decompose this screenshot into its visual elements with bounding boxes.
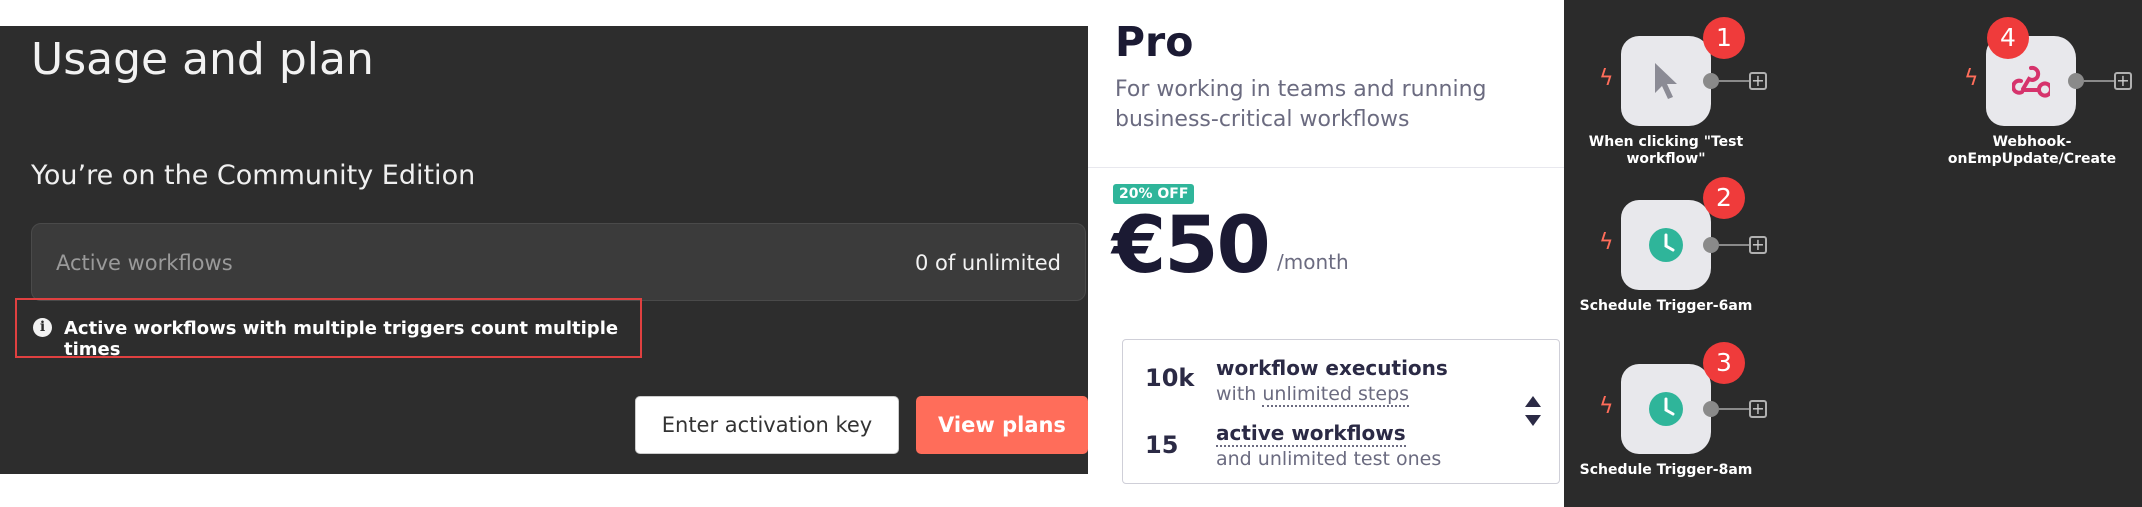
edition-heading: You’re on the Community Edition (31, 160, 476, 191)
plan-features-selector[interactable]: 10k workflow executions with unlimited s… (1122, 339, 1560, 484)
node-schedule-6am[interactable] (1621, 200, 1711, 290)
active-workflows-label: Active workflows (56, 251, 233, 275)
active-workflows-box: Active workflows 0 of unlimited (31, 223, 1086, 301)
executions-count: 10k (1145, 364, 1195, 392)
plan-description: For working in teams and running busines… (1115, 77, 1487, 132)
unlimited-steps-link[interactable]: unlimited steps (1262, 383, 1410, 407)
add-node-icon[interactable]: + (2114, 72, 2132, 90)
output-connector[interactable] (1703, 401, 1719, 417)
page-title: Usage and plan (31, 34, 374, 85)
price-period: /month (1277, 250, 1349, 274)
node-badge-2: 2 (1703, 177, 1745, 219)
node-badge-3: 3 (1703, 342, 1745, 384)
info-icon: i (33, 318, 52, 337)
output-connector[interactable] (2068, 73, 2084, 89)
trigger-notice: i Active workflows with multiple trigger… (15, 298, 642, 360)
plan-name: Pro (1115, 18, 1194, 66)
node-label-schedule-8am: Schedule Trigger-8am (1579, 462, 1753, 478)
view-plans-button[interactable]: View plans (916, 396, 1088, 454)
active-workflows-title[interactable]: active workflows (1216, 421, 1406, 447)
node-label-webhook: Webhook-onEmpUpdate/Create (1947, 134, 2117, 167)
active-workflows-value: 0 of unlimited (914, 251, 1061, 275)
executions-sub: with unlimited steps (1216, 383, 1410, 407)
executions-title: workflow executions (1216, 356, 1448, 380)
usage-panel: Usage and plan You’re on the Community E… (0, 26, 1088, 474)
enter-activation-key-button[interactable]: Enter activation key (635, 396, 899, 454)
active-count: 15 (1145, 431, 1179, 459)
node-badge-1: 1 (1703, 17, 1745, 59)
node-schedule-8am[interactable] (1621, 364, 1711, 454)
output-connector[interactable] (1703, 237, 1719, 253)
trigger-bolt-icon: ϟ (1599, 230, 1614, 255)
trigger-notice-text: Active workflows with multiple triggers … (64, 318, 619, 360)
node-label-manual-trigger: When clicking "Test workflow" (1588, 134, 1744, 167)
add-node-icon[interactable]: + (1749, 236, 1767, 254)
stepper-icon[interactable] (1523, 394, 1543, 428)
pro-plan-card: Pro For working in teams and running bus… (1088, 0, 1564, 507)
trigger-bolt-icon: ϟ (1964, 66, 1979, 91)
connector-line (1719, 408, 1749, 410)
connector-line (1719, 244, 1749, 246)
trigger-bolt-icon: ϟ (1599, 66, 1614, 91)
node-label-schedule-6am: Schedule Trigger-6am (1579, 298, 1753, 314)
plan-price: €50 (1112, 201, 1271, 291)
node-manual-trigger[interactable] (1621, 36, 1711, 126)
clock-icon (1621, 200, 1711, 290)
workflow-canvas[interactable]: ϟ + 1 When clicking "Test workflow" ϟ + … (1564, 0, 2142, 507)
connector-line (1719, 80, 1749, 82)
active-workflows-sub: and unlimited test ones (1216, 448, 1442, 470)
divider (1088, 167, 1564, 168)
add-node-icon[interactable]: + (1749, 400, 1767, 418)
cursor-icon (1621, 36, 1711, 126)
node-badge-4: 4 (1987, 17, 2029, 59)
output-connector[interactable] (1703, 73, 1719, 89)
clock-icon (1621, 364, 1711, 454)
add-node-icon[interactable]: + (1749, 72, 1767, 90)
trigger-bolt-icon: ϟ (1599, 394, 1614, 419)
connector-line (2084, 80, 2114, 82)
